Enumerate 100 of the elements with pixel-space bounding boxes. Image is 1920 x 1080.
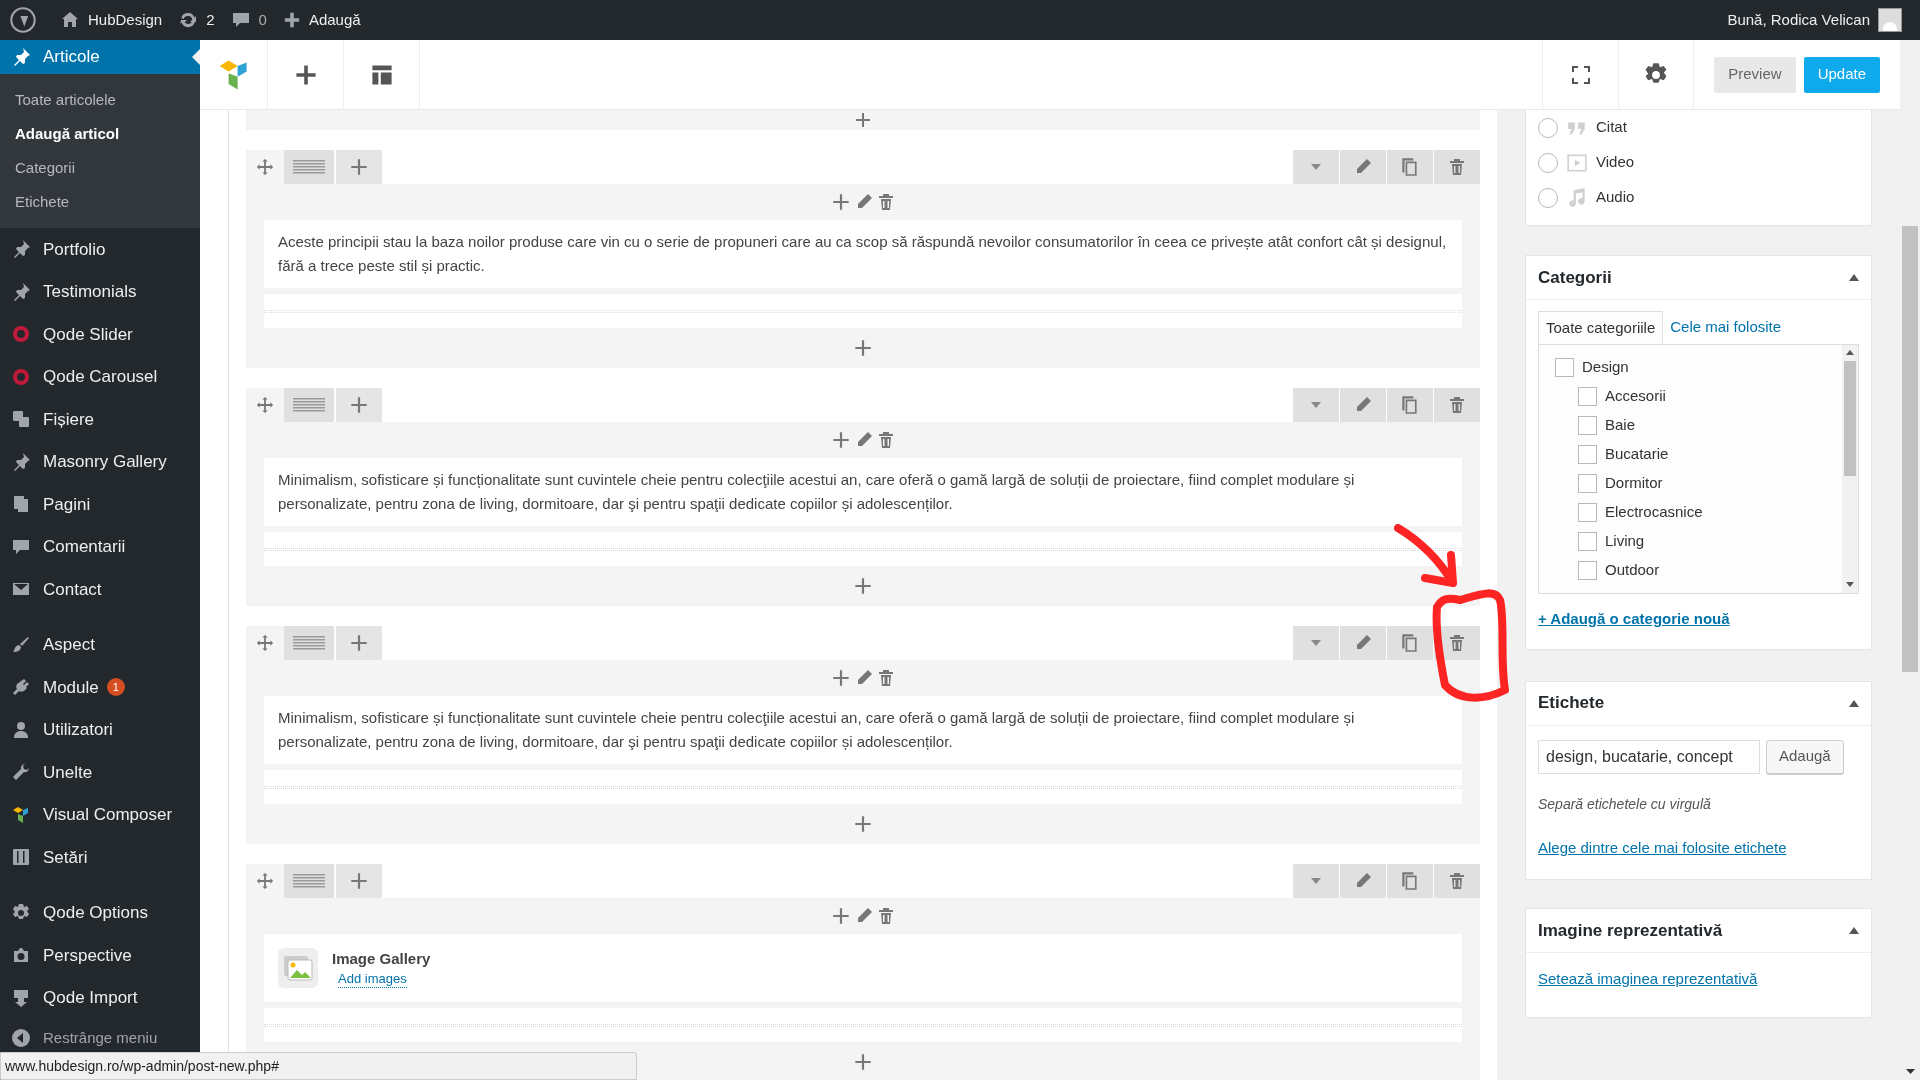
add-column-button[interactable] [336,388,382,422]
scrollbar[interactable] [1842,345,1858,593]
layout-tab[interactable] [284,864,334,898]
menu-item[interactable]: Comentarii [0,525,200,568]
gallery-block[interactable]: Image Gallery Add images [264,934,1462,1002]
submenu-item[interactable]: Etichete [0,185,200,219]
delete-row-button[interactable] [1434,150,1480,184]
text-block[interactable] [264,696,1462,764]
clone-row-button[interactable] [1387,150,1433,184]
collapse-panel-button[interactable] [1849,927,1859,934]
format-radio[interactable]: Citat [1538,110,1859,145]
preview-button[interactable]: Preview [1714,56,1796,93]
format-radio[interactable]: Audio [1538,180,1859,215]
trash-icon [1447,157,1467,177]
menu-item[interactable]: Pagini [0,483,200,526]
comments-link[interactable]: 0 [230,8,267,32]
menu-item[interactable]: Module 1 [0,666,200,709]
layout-tab[interactable] [284,150,334,184]
menu-item[interactable]: Aspect [0,623,200,666]
add-column-button[interactable] [336,150,382,184]
settings-button[interactable] [1618,40,1695,109]
format-radio[interactable]: Video [1538,145,1859,180]
edit-row-button[interactable] [1340,864,1386,898]
add-column-button[interactable] [336,626,382,660]
avatar [1878,8,1902,32]
add-row-button[interactable] [852,337,874,359]
layout-tab[interactable] [284,388,334,422]
category-tab[interactable]: Cele mai folosite [1663,310,1789,344]
menu-item[interactable]: Qode Carousel [0,355,200,398]
category-checkbox[interactable]: Electrocasnice [1578,498,1703,527]
lines-icon [293,636,325,650]
edit-row-button[interactable] [1340,626,1386,660]
menu-item[interactable]: Contact [0,568,200,611]
move-handle[interactable] [246,864,284,898]
category-tab[interactable]: Toate categoriile [1538,311,1664,345]
menu-item[interactable]: Qode Slider [0,313,200,356]
updates-link[interactable]: 2 [178,8,215,32]
category-checkbox[interactable]: Bucatarie [1578,440,1669,469]
menu-item[interactable]: Visual Composer [0,793,200,836]
move-handle[interactable] [246,388,284,422]
category-checkbox[interactable]: Living [1578,527,1645,556]
trash-icon [1447,633,1467,653]
category-checkbox[interactable]: Dormitor [1578,469,1663,498]
menu-item[interactable]: Masonry Gallery [0,440,200,483]
menu-item[interactable]: Setări [0,836,200,879]
collapse-panel-button[interactable] [1849,274,1859,281]
delete-column-button[interactable] [876,668,896,688]
submenu-item[interactable]: Adaugă articol [0,117,200,151]
category-checkbox[interactable]: Accesorii [1578,382,1666,411]
clone-row-button[interactable] [1387,388,1433,422]
menu-item[interactable]: Unelte [0,751,200,794]
layout-tab[interactable] [284,626,334,660]
add-row-button[interactable] [853,110,873,130]
clone-row-button[interactable] [1387,864,1433,898]
menu-item[interactable]: Portfolio [0,228,200,271]
submenu-item[interactable]: Toate articolele [0,83,200,117]
menu-item[interactable]: Perspective [0,934,200,977]
category-checkbox[interactable]: Design [1555,353,1629,382]
add-element-button[interactable] [830,191,852,213]
refresh-icon [178,10,199,30]
submenu-item[interactable]: Categorii [0,151,200,185]
add-tag-button[interactable]: Adaugă [1766,739,1844,774]
delete-column-button[interactable] [876,430,896,450]
popular-tags-link[interactable]: Alege dintre cele mai folosite etichete [1538,836,1787,859]
move-icon [256,158,274,176]
add-element-button[interactable] [830,667,852,689]
tags-input[interactable]: design, bucatarie, concept [1538,739,1760,774]
add-images-link[interactable]: Add images [338,970,407,988]
category-checkbox[interactable]: Outdoor [1578,556,1660,585]
add-column-button[interactable] [336,864,382,898]
add-row-button[interactable] [852,813,874,835]
menu-item[interactable]: Fișiere [0,398,200,441]
delete-row-button[interactable] [1434,864,1480,898]
category-checkbox[interactable]: Baie [1578,411,1636,440]
set-featured-image-link[interactable]: Setează imaginea reprezentativă [1538,970,1758,987]
delete-column-button[interactable] [876,906,896,926]
collapse-menu-button[interactable]: Restrânge meniu [0,1025,162,1051]
menu-item[interactable]: Utilizatori [0,708,200,751]
account-link[interactable]: Bună, Rodica Velican [1727,8,1902,32]
delete-row-button[interactable] [1434,388,1480,422]
delete-column-button[interactable] [876,192,896,212]
collapse-panel-button[interactable] [1849,699,1859,707]
edit-row-button[interactable] [1340,150,1386,184]
add-row-button[interactable] [852,1051,874,1073]
new-link[interactable]: Adaugă [282,8,361,32]
move-handle[interactable] [246,150,284,184]
add-category-link[interactable]: + Adaugă o categorie nouă [1538,608,1859,631]
add-element-button[interactable] [830,905,852,927]
move-handle[interactable] [246,626,284,660]
menu-item[interactable]: Qode Options [0,891,200,934]
add-row-button[interactable] [852,575,874,597]
add-element-button[interactable] [830,429,852,451]
menu-item[interactable]: Qode Import [0,976,200,1019]
clone-row-button[interactable] [1387,626,1433,660]
menu-label: Pagini [43,493,91,516]
menu-item[interactable]: Testimonials [0,270,200,313]
site-link[interactable]: HubDesign [60,8,163,32]
menu-item[interactable]: Articole [0,40,200,74]
text-block[interactable] [264,458,1462,526]
edit-row-button[interactable] [1340,388,1386,422]
